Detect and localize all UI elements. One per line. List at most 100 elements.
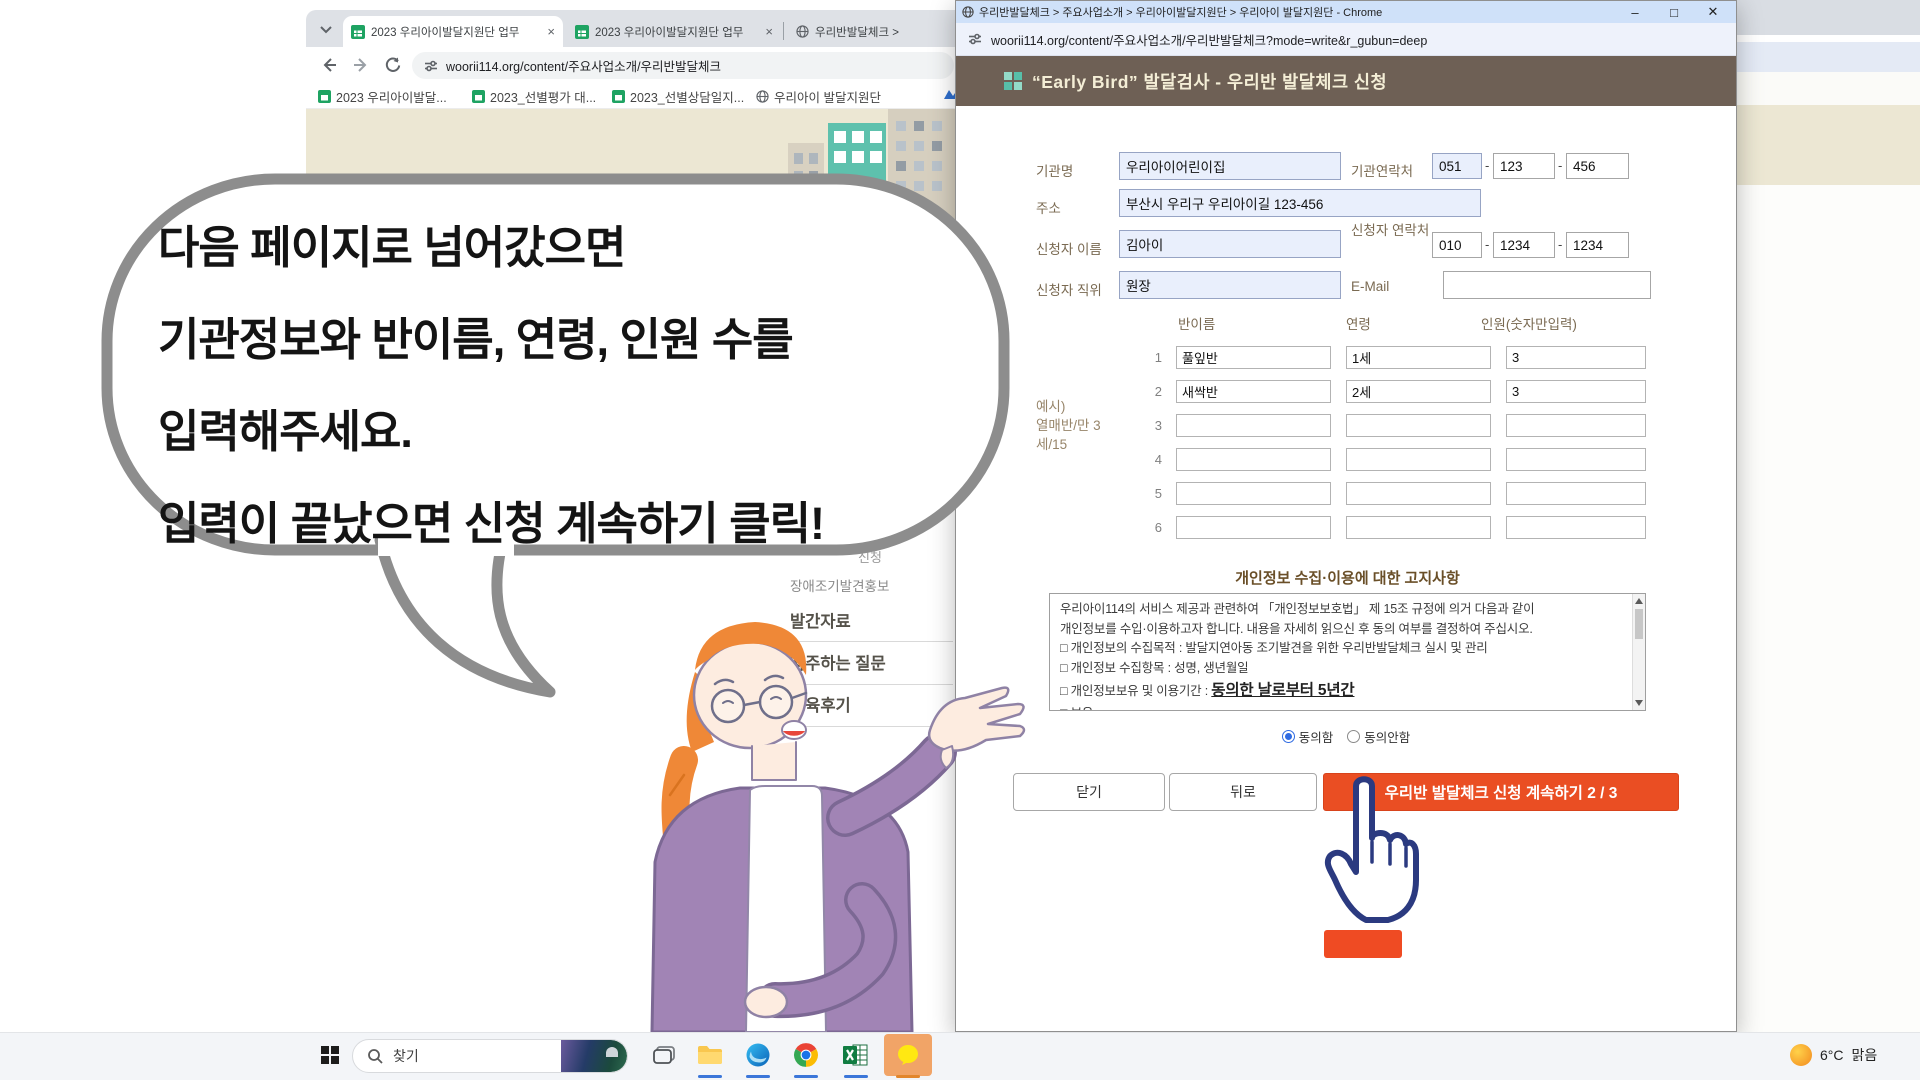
phone-dash: - <box>1558 158 1562 173</box>
globe-icon <box>756 90 769 103</box>
applicant-phone-part1-input[interactable]: 010 <box>1432 232 1482 258</box>
class-count-input-5[interactable] <box>1506 482 1646 505</box>
chrome-button[interactable] <box>788 1034 824 1076</box>
background-band <box>1737 72 1920 105</box>
browser-tab-1[interactable]: 2023 우리아이발달지원단 업무 × <box>343 16 563 47</box>
chevron-down-icon <box>320 26 332 34</box>
row-number: 4 <box>1148 452 1162 467</box>
position-input[interactable]: 원장 <box>1119 271 1341 299</box>
sheets-icon <box>472 90 485 103</box>
weather-temp: 6°C <box>1820 1047 1844 1063</box>
applicant-phone-part3-input[interactable]: 1234 <box>1566 232 1629 258</box>
file-explorer-button[interactable] <box>692 1034 728 1076</box>
class-name-input-1[interactable]: 풀잎반 <box>1176 346 1331 369</box>
taskbar-search-box[interactable]: 찾기 <box>352 1039 628 1073</box>
class-age-input-5[interactable] <box>1346 482 1491 505</box>
tab-close-icon[interactable]: × <box>765 25 773 38</box>
class-name-input-4[interactable] <box>1176 448 1331 471</box>
class-count-input-1[interactable]: 3 <box>1506 346 1646 369</box>
class-name-input-5[interactable] <box>1176 482 1331 505</box>
weather-widget[interactable]: 6°C 맑음 <box>1790 1044 1877 1066</box>
kakaotalk-button[interactable] <box>884 1034 932 1076</box>
email-input[interactable] <box>1443 271 1651 299</box>
background-band <box>1737 0 1920 35</box>
buildings-illustration <box>788 109 955 259</box>
phone-dash: - <box>1485 237 1489 252</box>
back-button[interactable] <box>320 56 338 79</box>
task-view-button[interactable] <box>646 1034 682 1076</box>
scroll-up-icon[interactable] <box>1635 598 1643 604</box>
class-name-input-3[interactable] <box>1176 414 1331 437</box>
applicant-name-input[interactable]: 김아이 <box>1119 230 1341 258</box>
address-input[interactable]: 부산시 우리구 우리아이길 123-456 <box>1119 189 1481 217</box>
close-button[interactable]: ✕ <box>1696 4 1730 20</box>
running-indicator <box>698 1075 722 1078</box>
taskbar <box>0 1032 1920 1080</box>
sidebar-item-partial[interactable]: 신청 <box>858 547 882 566</box>
class-age-input-1[interactable]: 1세 <box>1346 346 1491 369</box>
forward-button[interactable] <box>352 56 370 79</box>
sidebar-item-early-detection[interactable]: 장애조기발견홍보 <box>790 575 889 595</box>
class-name-input-2[interactable]: 새싹반 <box>1176 380 1331 403</box>
bookmark-item[interactable]: 2023_선별상담일지... <box>612 87 744 106</box>
class-count-input-2[interactable]: 3 <box>1506 380 1646 403</box>
applicant-name-label: 신청자 이름 <box>1036 238 1102 258</box>
address-label: 주소 <box>1036 197 1061 217</box>
org-phone-part3-input[interactable]: 456 <box>1566 153 1629 179</box>
bookmark-item[interactable]: 2023 우리아이발달... <box>318 87 447 106</box>
agree-radio[interactable] <box>1282 730 1295 743</box>
sheets-icon <box>318 90 331 103</box>
back-form-button[interactable]: 뒤로 <box>1169 773 1317 811</box>
excel-button[interactable] <box>838 1034 874 1076</box>
arrow-right-icon <box>352 56 370 74</box>
edge-button[interactable] <box>740 1034 776 1076</box>
class-count-input-6[interactable] <box>1506 516 1646 539</box>
scrollbar[interactable] <box>1632 594 1645 710</box>
tab-search-chevron-button[interactable] <box>314 19 338 41</box>
class-age-input-4[interactable] <box>1346 448 1491 471</box>
class-age-input-2[interactable]: 2세 <box>1346 380 1491 403</box>
bookmark-item[interactable]: 2023_선별평가 대... <box>472 87 596 106</box>
start-button[interactable] <box>312 1034 348 1076</box>
bookmark-item[interactable]: 우리아이 발달지원단 <box>756 87 881 106</box>
org-phone-part2-input[interactable]: 123 <box>1493 153 1555 179</box>
agree-label: 동의함 <box>1299 727 1334 746</box>
tab-label: 2023 우리아이발달지원단 업무 <box>595 24 759 40</box>
popup-address-bar[interactable]: woorii114.org/content/주요사업소개/우리반발달체크?mod… <box>956 23 1736 56</box>
search-highlight-image[interactable] <box>561 1040 627 1072</box>
class-count-input-4[interactable] <box>1506 448 1646 471</box>
tune-privacy-icon <box>424 59 438 73</box>
presenter-character-illustration <box>600 600 1080 1032</box>
running-indicator <box>746 1075 770 1078</box>
org-phone-part1-input[interactable]: 051 <box>1432 153 1482 179</box>
disagree-radio[interactable] <box>1347 730 1360 743</box>
popup-titlebar[interactable]: 우리반발달체크 > 주요사업소개 > 우리아이발달지원단 > 우리아이 발달지원… <box>956 1 1736 23</box>
desktop: 2023 우리아이발달지원단 업무 × 2023 우리아이발달지원단 업무 × … <box>0 0 1920 1080</box>
browser-tab-3[interactable]: 우리반발달체크 > <box>788 16 954 47</box>
kakaotalk-icon <box>896 1044 920 1066</box>
class-age-input-6[interactable] <box>1346 516 1491 539</box>
address-bar[interactable]: woorii114.org/content/주요사업소개/우리반발달체크 <box>412 52 954 79</box>
tab-close-icon[interactable]: × <box>547 25 555 38</box>
class-count-input-3[interactable] <box>1506 414 1646 437</box>
privacy-notice-box[interactable]: 우리아이114의 서비스 제공과 관련하여 「개인정보보호법」 제 15조 규정… <box>1049 593 1646 711</box>
scroll-down-icon[interactable] <box>1635 700 1643 706</box>
privacy-text: 우리아이114의 서비스 제공과 관련하여 「개인정보보호법」 제 15조 규정… <box>1050 598 1631 711</box>
browser-tab-2[interactable]: 2023 우리아이발달지원단 업무 × <box>567 16 781 47</box>
popup-window-title: 우리반발달체크 > 주요사업소개 > 우리아이발달지원단 > 우리아이 발달지원… <box>979 4 1613 20</box>
reload-button[interactable] <box>384 56 402 79</box>
class-age-input-3[interactable] <box>1346 414 1491 437</box>
sheets-icon <box>612 90 625 103</box>
row-number: 1 <box>1148 350 1162 365</box>
background-band <box>1737 105 1920 185</box>
bookmark-label: 우리아이 발달지원단 <box>774 87 881 106</box>
task-view-icon <box>653 1046 675 1064</box>
applicant-phone-label: 신청자 연락처 <box>1351 222 1431 239</box>
minimize-button[interactable]: – <box>1618 5 1652 20</box>
org-name-input[interactable]: 우리아이어린이집 <box>1119 152 1341 180</box>
disagree-label: 동의안함 <box>1364 727 1410 746</box>
applicant-phone-part2-input[interactable]: 1234 <box>1493 232 1555 258</box>
scroll-thumb[interactable] <box>1635 609 1643 639</box>
class-name-input-6[interactable] <box>1176 516 1331 539</box>
maximize-button[interactable]: □ <box>1657 5 1691 20</box>
